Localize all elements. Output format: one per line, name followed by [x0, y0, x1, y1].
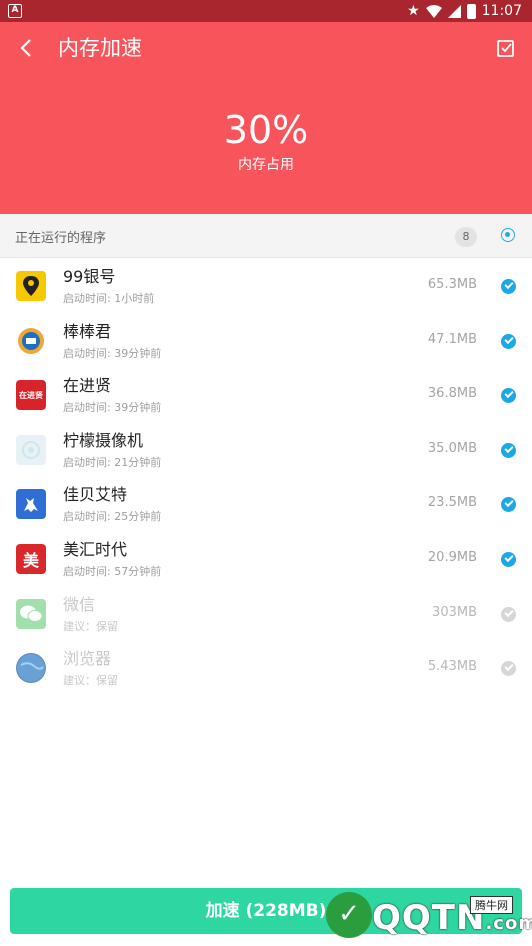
- app-checkbox[interactable]: [501, 333, 516, 349]
- watermark: ✓ QQTN.com 腾牛网: [318, 890, 532, 946]
- app-subtitle: 启动时间: 39分钟前: [63, 346, 162, 360]
- app-checkbox[interactable]: [501, 661, 516, 677]
- app-subtitle: 启动时间: 57分钟前: [63, 565, 162, 578]
- app-subtitle: 启动时间: 25分钟前: [63, 510, 162, 524]
- app-checkbox[interactable]: [501, 552, 516, 567]
- header: 内存加速 30% 内存占用: [0, 22, 532, 214]
- battery-icon: [466, 3, 476, 19]
- app-checkbox[interactable]: [501, 497, 516, 513]
- wechat-icon: [16, 598, 46, 629]
- app-name: 在进贤: [63, 376, 112, 396]
- app-memory-size: 47.1MB: [427, 331, 477, 347]
- checklist-icon: [497, 40, 514, 57]
- app-subtitle: 启动时间: 21分钟前: [63, 455, 162, 469]
- bangbangjun-icon: [16, 325, 46, 356]
- app-name: 棒棒君: [63, 321, 112, 341]
- app-memory-size: 65.3MB: [427, 277, 477, 292]
- back-button[interactable]: [12, 34, 40, 62]
- app-name: 佳贝艾特: [63, 485, 128, 505]
- app-memory-size: 35.0MB: [427, 440, 477, 456]
- select-all-radio[interactable]: [501, 228, 515, 242]
- running-apps-section: 正在运行的程序: [0, 214, 532, 258]
- app-checkbox[interactable]: [501, 606, 516, 622]
- app-memory-size: 5.43MB: [427, 659, 477, 675]
- watermark-domain: .com: [485, 913, 532, 934]
- app-name: 微信: [63, 594, 96, 614]
- app-checkbox[interactable]: [501, 388, 516, 404]
- app-count-badge: 8: [455, 227, 477, 247]
- app-memory-size: 20.9MB: [427, 550, 477, 565]
- app-subtitle: 建议：保留: [63, 619, 118, 633]
- app-row[interactable]: 浏览器建议：保留 5.43MB: [0, 640, 532, 694]
- app-row[interactable]: 佳贝艾特启动时间: 25分钟前 23.5MB: [0, 476, 532, 530]
- app-name: 浏览器: [63, 649, 112, 669]
- app-row[interactable]: 在进贤 在进贤启动时间: 39分钟前 36.8MB: [0, 367, 532, 421]
- globe-icon: [16, 653, 46, 684]
- app-row[interactable]: 99银号启动时间: 1小时前 65.3MB: [0, 258, 532, 312]
- status-icons: ★ 11:07: [407, 0, 522, 22]
- notification-icon: A: [8, 4, 22, 18]
- watermark-logo: ✓: [326, 892, 372, 938]
- goat-icon: [16, 489, 46, 520]
- back-arrow-icon: [20, 39, 31, 57]
- app-subtitle: 建议：保留: [63, 674, 118, 688]
- star-icon: ★: [407, 3, 420, 19]
- app-subtitle: 启动时间: 39分钟前: [63, 401, 162, 415]
- watermark-badge: 腾牛网: [470, 896, 513, 914]
- app-memory-size: 303MB: [432, 604, 477, 620]
- memory-percent: 30%: [223, 108, 309, 152]
- app-row[interactable]: 柠檬摄像机启动时间: 21分钟前 35.0MB: [0, 422, 532, 476]
- app-memory-size: 36.8MB: [427, 386, 477, 402]
- app-name: 99银号: [63, 267, 116, 286]
- status-bar: A ★ 11:07: [0, 0, 532, 22]
- zaijinxian-icon: 在进贤: [16, 380, 46, 411]
- app-checkbox[interactable]: [501, 279, 516, 294]
- memory-label: 内存占用: [238, 157, 294, 173]
- app-name: 美汇时代: [63, 540, 128, 559]
- app-memory-size: 23.5MB: [427, 495, 477, 511]
- page-title: 内存加速: [58, 36, 142, 60]
- section-label: 正在运行的程序: [15, 231, 107, 246]
- app-subtitle: 启动时间: 1小时前: [63, 292, 155, 305]
- watermark-brand: QQTN: [372, 898, 486, 938]
- map-pin-icon: [16, 271, 46, 301]
- select-tool-button[interactable]: [492, 34, 520, 62]
- wifi-icon: [425, 4, 442, 18]
- camera-icon: [16, 434, 46, 465]
- app-checkbox[interactable]: [501, 442, 516, 458]
- app-row[interactable]: 微信建议：保留 303MB: [0, 586, 532, 640]
- app-name: 柠檬摄像机: [63, 430, 144, 450]
- app-row[interactable]: 美美汇时代启动时间: 57分钟前 20.9MB: [0, 531, 532, 585]
- status-time: 11:07: [481, 3, 522, 19]
- app-row[interactable]: 棒棒君启动时间: 39分钟前 47.1MB: [0, 313, 532, 367]
- signal-icon: [447, 4, 461, 18]
- meihui-icon: 美: [16, 544, 46, 574]
